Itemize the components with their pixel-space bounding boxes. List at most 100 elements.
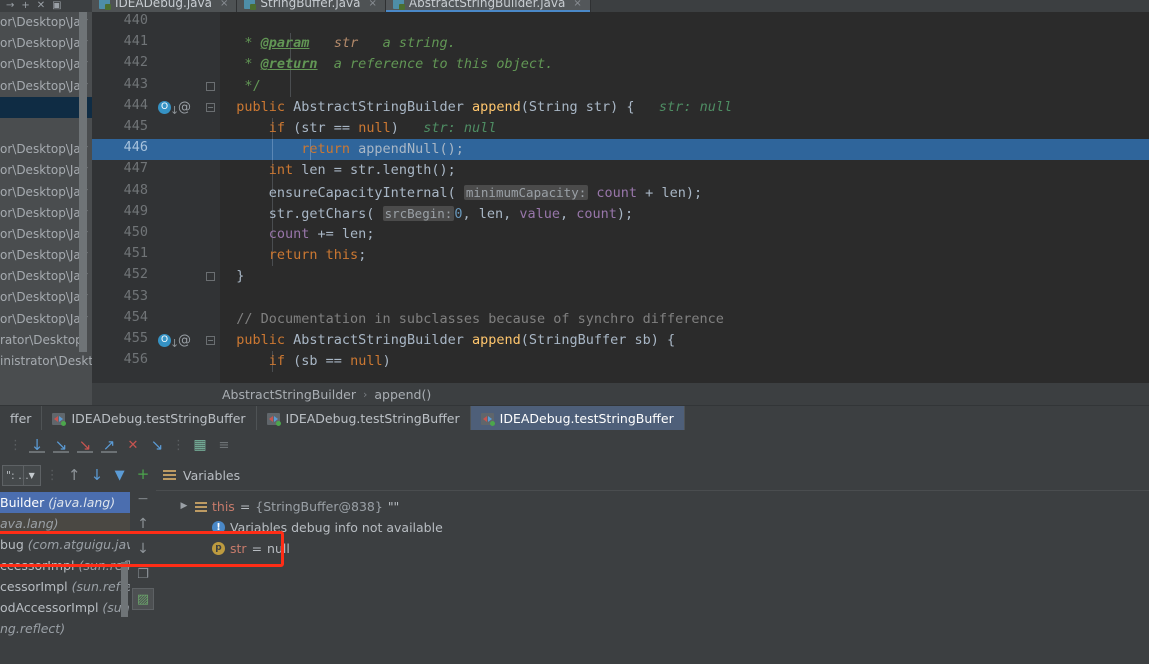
breadcrumb-method[interactable]: append(): [374, 387, 431, 402]
editor-tab-stringbuffer[interactable]: StringBuffer.java ×: [237, 0, 386, 12]
copy-icon: ❐: [137, 566, 149, 582]
debug-tab-active[interactable]: IDEADebug.testStringBuffer: [470, 406, 685, 431]
code-row: 449 str.getChars( srcBegin: 0, len, value…: [92, 202, 1149, 224]
frame-package: (com.atguigu.java: [27, 537, 130, 552]
frames-list[interactable]: Builder (java.lang) ava.lang) bug (com.a…: [0, 492, 130, 664]
line-number: 453: [123, 287, 148, 304]
frame-row[interactable]: cessorImpl (sun.reflec: [0, 576, 130, 597]
frame-package: ava.lang): [0, 516, 59, 531]
close-icon[interactable]: ×: [368, 0, 376, 9]
line-number: 447: [123, 160, 148, 177]
toolbar-icon-0[interactable]: →: [6, 1, 14, 11]
frame-package: (java.lang): [48, 495, 116, 510]
evaluate-expression-button[interactable]: ▦: [188, 433, 212, 457]
frames-filter-button[interactable]: ▼: [109, 463, 130, 487]
chevron-down-icon[interactable]: ▼: [22, 465, 40, 485]
frames-toolbar: ": ... ▼ ⋮ ↑ ↓ ▼: [0, 460, 130, 490]
variables-panel: Variables ▶ this = {StringBuffer@838} ""…: [156, 460, 1149, 664]
code-editor[interactable]: 440 441 * @param str a string. 442 * @re…: [92, 12, 1149, 383]
toolbar-separator: ⋮: [172, 437, 185, 453]
editor-tab-ideadebug[interactable]: IDEADebug.java ×: [92, 0, 238, 12]
variables-tree[interactable]: ▶ this = {StringBuffer@838} "" ! Variabl…: [156, 490, 1149, 664]
debug-tab-partial[interactable]: ffer: [0, 406, 43, 431]
code-text: str.getChars( srcBegin: 0, len, value, co…: [220, 205, 634, 222]
filter-icon: ▼: [114, 467, 125, 483]
remove-watch-button[interactable]: −: [132, 488, 154, 510]
toolbar-icon-1[interactable]: +: [21, 1, 29, 11]
toolbar-drag-handle[interactable]: ⋮: [6, 438, 25, 453]
force-step-into-button[interactable]: ✕: [121, 433, 145, 457]
frame-row[interactable]: odAccessorImpl (sun.r: [0, 597, 130, 618]
line-number: 441: [123, 33, 148, 50]
code-row: 451 return this;: [92, 245, 1149, 267]
debug-tab-label: IDEADebug.testStringBuffer: [499, 411, 674, 426]
copy-value-button[interactable]: ❐: [132, 563, 154, 585]
fold-collapse-icon[interactable]: [206, 81, 215, 91]
debug-tab-1[interactable]: IDEADebug.testStringBuffer: [42, 406, 257, 431]
debugger-lower-panel: ": ... ▼ ⋮ ↑ ↓ ▼ Builder (java.lang) ava…: [0, 460, 1149, 664]
annotation-icon[interactable]: @: [178, 333, 191, 348]
warning-text: Variables debug info not available: [230, 520, 443, 535]
close-icon[interactable]: ×: [573, 0, 581, 9]
add-watch-button[interactable]: +: [132, 463, 154, 485]
code-text: // Documentation in subclasses because o…: [220, 310, 724, 327]
toolbar-icon-3[interactable]: ▣: [52, 1, 61, 11]
variable-value: null: [267, 541, 290, 556]
frame-row[interactable]: bug (com.atguigu.java: [0, 534, 130, 555]
show-execution-point-button[interactable]: ↓: [25, 433, 49, 457]
step-over-button[interactable]: ↘: [49, 433, 73, 457]
variable-row-warning: ! Variables debug info not available: [156, 517, 1149, 538]
frames-scrollbar[interactable]: [121, 562, 128, 617]
annotation-icon[interactable]: @: [178, 100, 191, 115]
frame-row[interactable]: ava.lang): [0, 513, 130, 534]
code-text: ensureCapacityInternal( minimumCapacity:…: [220, 184, 703, 201]
fold-collapse-icon[interactable]: −: [206, 102, 215, 112]
idea-debug-window: → + ✕ ▣ IDEADebug.java × StringBuffer.ja…: [0, 0, 1149, 664]
line-number: 448: [123, 181, 148, 198]
frames-down-button[interactable]: ↓: [86, 463, 107, 487]
frame-label: odAccessorImpl: [0, 600, 99, 615]
close-icon[interactable]: ×: [220, 0, 228, 9]
mute-breakpoints-button[interactable]: ≡: [212, 433, 236, 457]
mute-breakpoints-icon: ≡: [218, 437, 230, 453]
toggle-watches-button[interactable]: ▨: [132, 588, 154, 610]
frame-row[interactable]: ccessorImpl (sun.reflec: [0, 555, 130, 576]
background-panel-scrollbar[interactable]: [79, 12, 87, 352]
debug-run-icon: [52, 412, 67, 426]
editor-tab-abstractstringbuilder[interactable]: AbstractStringBuilder.java ×: [385, 0, 591, 12]
info-icon: !: [212, 521, 225, 534]
underbar: [77, 451, 93, 453]
editor-tab-label: AbstractStringBuilder.java: [408, 0, 566, 10]
debug-tab-label: IDEADebug.testStringBuffer: [71, 411, 246, 426]
debug-tab-2[interactable]: IDEADebug.testStringBuffer: [257, 406, 471, 431]
variable-row-str[interactable]: p str = null: [156, 538, 1149, 559]
step-out-button[interactable]: ↗: [97, 433, 121, 457]
move-watch-down-button[interactable]: ↓: [132, 538, 154, 560]
line-number: 443: [123, 75, 148, 92]
run-to-cursor-button[interactable]: ↘: [145, 433, 169, 457]
frame-row[interactable]: ng.reflect): [0, 618, 130, 639]
code-row: 453: [92, 288, 1149, 309]
thread-selector[interactable]: ": ... ▼: [2, 464, 41, 486]
code-text: * @param str a string.: [220, 35, 456, 52]
code-row: 452 }: [92, 266, 1149, 287]
move-watch-up-button[interactable]: ↑: [132, 513, 154, 535]
fold-end-icon[interactable]: [206, 272, 215, 282]
file-path-row: inistrator\Deskt: [0, 354, 92, 368]
step-into-button[interactable]: ↘: [73, 433, 97, 457]
line-number: 440: [123, 12, 148, 28]
line-number: 454: [123, 308, 148, 325]
debug-tab-label: ffer: [10, 411, 32, 426]
variable-row-this[interactable]: ▶ this = {StringBuffer@838} "": [156, 496, 1149, 517]
toolbar-icon-2[interactable]: ✕: [37, 1, 45, 11]
frame-row[interactable]: Builder (java.lang): [0, 492, 130, 513]
breadcrumb[interactable]: AbstractStringBuilder › append(): [92, 383, 1149, 405]
equals-sign: =: [239, 499, 251, 514]
variables-header: Variables: [156, 464, 240, 486]
breadcrumb-class[interactable]: AbstractStringBuilder: [222, 387, 356, 402]
evaluate-expression-icon: ▦: [193, 436, 207, 453]
line-number: 452: [123, 266, 148, 283]
expand-twisty-icon[interactable]: ▶: [178, 496, 190, 517]
frames-up-button[interactable]: ↑: [64, 463, 85, 487]
fold-collapse-icon[interactable]: −: [206, 336, 215, 345]
